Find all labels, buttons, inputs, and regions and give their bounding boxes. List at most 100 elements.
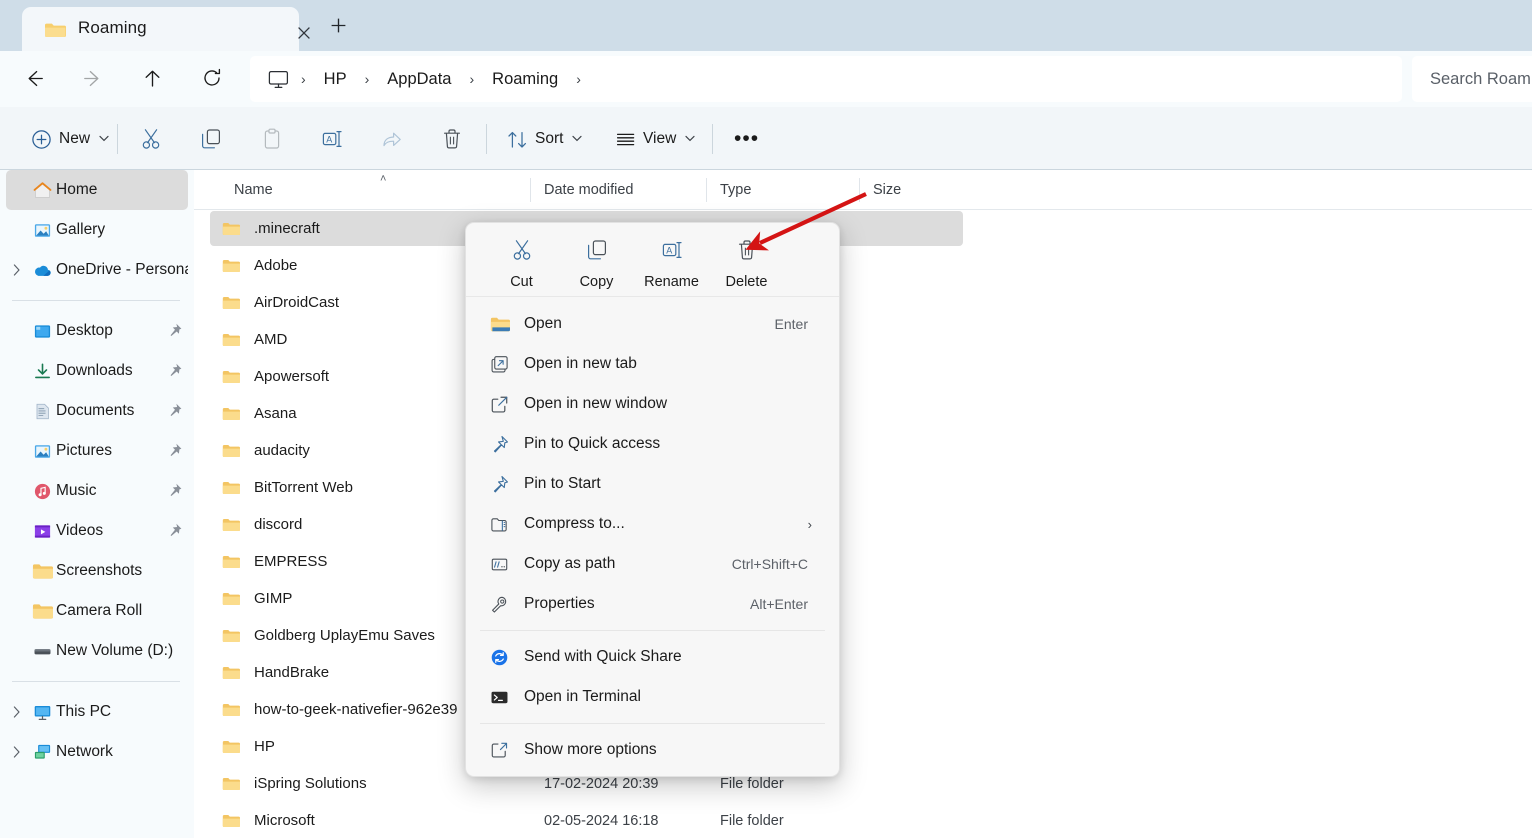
- context-menu-item-properties[interactable]: Properties Alt+Enter: [471, 584, 834, 624]
- cut-button[interactable]: Cut: [484, 235, 559, 290]
- chevron-right-icon[interactable]: [6, 692, 28, 732]
- paste-button[interactable]: [255, 121, 289, 157]
- this-pc-icon[interactable]: [268, 70, 289, 89]
- context-menu-item-open-in-new-tab[interactable]: Open in new tab: [471, 344, 834, 384]
- refresh-icon[interactable]: [194, 60, 230, 96]
- context-menu-item-copy-as-path[interactable]: Copy as path Ctrl+Shift+C: [471, 544, 834, 584]
- chevron-down-icon[interactable]: [99, 134, 109, 145]
- delete-button[interactable]: [435, 121, 469, 157]
- search-box[interactable]: Search Roam: [1412, 56, 1532, 102]
- chevron-down-icon[interactable]: [685, 134, 695, 145]
- new-button[interactable]: New: [25, 121, 115, 157]
- context-menu-item-show-more-options[interactable]: Show more options: [471, 730, 834, 770]
- context-menu-item-open[interactable]: Open Enter: [471, 304, 834, 344]
- context-menu-item-compress-to[interactable]: Compress to... ›: [471, 504, 834, 544]
- column-divider[interactable]: [859, 178, 860, 202]
- copy-label: Copy: [579, 274, 614, 290]
- table-row[interactable]: Apowersoft: [194, 358, 1532, 395]
- chevron-right-icon[interactable]: ›: [808, 517, 812, 532]
- pin-icon[interactable]: [168, 323, 182, 339]
- rename-button[interactable]: A: [315, 121, 349, 157]
- context-menu-item-send-with-quick-share[interactable]: Send with Quick Share: [471, 637, 834, 677]
- sidebar-item-network[interactable]: Network: [6, 732, 188, 772]
- sort-button[interactable]: Sort: [501, 121, 588, 157]
- table-row[interactable]: how-to-geek-nativefier-962e39: [194, 691, 1532, 728]
- sidebar-item-videos[interactable]: Videos: [6, 511, 188, 551]
- up-button[interactable]: [134, 60, 170, 96]
- pin-icon[interactable]: [168, 403, 182, 419]
- table-row[interactable]: Microsoft 02-05-2024 16:18 File folder: [194, 802, 1532, 838]
- column-divider[interactable]: [530, 178, 531, 202]
- pin-icon[interactable]: [168, 443, 182, 459]
- forward-button[interactable]: [75, 60, 111, 96]
- column-header-date-modified[interactable]: Date modified: [544, 170, 633, 210]
- cut-button[interactable]: [134, 121, 168, 157]
- table-row[interactable]: Asana: [194, 395, 1532, 432]
- sidebar-item-pictures[interactable]: Pictures: [6, 431, 188, 471]
- table-row[interactable]: discord: [194, 506, 1532, 543]
- column-header-type[interactable]: Type: [720, 170, 751, 210]
- rename-button[interactable]: A Rename: [634, 235, 709, 290]
- sidebar-item-desktop[interactable]: Desktop: [6, 311, 188, 351]
- table-row[interactable]: AMD: [194, 321, 1532, 358]
- pin-icon[interactable]: [168, 483, 182, 499]
- new-label: New: [59, 130, 91, 147]
- sidebar-item-downloads[interactable]: Downloads: [6, 351, 188, 391]
- copy-button[interactable]: [194, 121, 228, 157]
- copy-icon: [202, 129, 221, 149]
- navigation-pane[interactable]: Home Gallery OneDrive - Persona Desktop Down…: [0, 170, 194, 838]
- back-button[interactable]: [15, 60, 51, 96]
- sidebar-item-new-volume-d[interactable]: New Volume (D:): [6, 631, 188, 671]
- pin-icon[interactable]: [168, 523, 182, 539]
- chevron-down-icon[interactable]: [572, 134, 583, 145]
- new-tab-icon[interactable]: [322, 11, 354, 41]
- expander-placeholder: [6, 431, 28, 471]
- table-row[interactable]: audacity: [194, 432, 1532, 469]
- table-row[interactable]: iSpring Solutions 17-02-2024 20:39 File fo…: [194, 765, 1532, 802]
- chevron-right-icon[interactable]: [6, 732, 28, 772]
- table-row[interactable]: HP: [194, 728, 1532, 765]
- sidebar-item-onedrive-persona[interactable]: OneDrive - Persona: [6, 250, 188, 290]
- sidebar-item-camera-roll[interactable]: Camera Roll: [6, 591, 188, 631]
- table-row[interactable]: Goldberg UplayEmu Saves: [194, 617, 1532, 654]
- more-options-button[interactable]: •••: [728, 121, 765, 157]
- context-menu-item-open-in-new-window[interactable]: Open in new window: [471, 384, 834, 424]
- copy-button[interactable]: Copy: [559, 235, 634, 290]
- table-row[interactable]: Adobe: [194, 247, 1532, 284]
- table-row[interactable]: GIMP: [194, 580, 1532, 617]
- share-button[interactable]: [375, 121, 409, 157]
- context-menu-item-open-in-terminal[interactable]: Open in Terminal: [471, 677, 834, 717]
- sidebar-item-label: Desktop: [56, 322, 113, 339]
- sidebar-item-music[interactable]: Music: [6, 471, 188, 511]
- table-row[interactable]: .minecraft: [194, 210, 1532, 247]
- sidebar-item-gallery[interactable]: Gallery: [6, 210, 188, 250]
- context-menu-item-pin-to-start[interactable]: Pin to Start: [471, 464, 834, 504]
- file-name: Goldberg UplayEmu Saves: [254, 627, 435, 644]
- column-header-size[interactable]: Size: [873, 170, 901, 210]
- sidebar-item-screenshots[interactable]: Screenshots: [6, 551, 188, 591]
- table-row[interactable]: HandBrake: [194, 654, 1532, 691]
- view-button[interactable]: View: [609, 121, 701, 157]
- file-type: File folder: [720, 812, 784, 829]
- sidebar-item-documents[interactable]: Documents: [6, 391, 188, 431]
- column-header-name[interactable]: Name: [234, 170, 273, 210]
- delete-button[interactable]: Delete: [709, 235, 784, 290]
- column-divider[interactable]: [706, 178, 707, 202]
- chevron-right-icon[interactable]: [6, 250, 28, 290]
- close-icon[interactable]: [290, 21, 318, 45]
- breadcrumb-item-appdata[interactable]: AppData: [381, 66, 457, 93]
- table-row[interactable]: BitTorrent Web: [194, 469, 1532, 506]
- pin-icon[interactable]: [168, 363, 182, 379]
- context-menu-item-pin-to-quick-access[interactable]: Pin to Quick access: [471, 424, 834, 464]
- context-menu[interactable]: Cut Copy A Rename Delete Open Enter Open in ne…: [465, 222, 840, 777]
- sidebar-item-home[interactable]: Home: [6, 170, 188, 210]
- tab-roaming[interactable]: Roaming: [22, 7, 310, 51]
- folder-icon: [222, 739, 246, 755]
- table-row[interactable]: AirDroidCast: [194, 284, 1532, 321]
- table-row[interactable]: EMPRESS: [194, 543, 1532, 580]
- breadcrumb[interactable]: › HP › AppData › Roaming ›: [250, 56, 1402, 102]
- sidebar-item-this-pc[interactable]: This PC: [6, 692, 188, 732]
- search-input[interactable]: Search Roam: [1430, 70, 1531, 89]
- breadcrumb-item-hp[interactable]: HP: [318, 66, 353, 93]
- breadcrumb-item-roaming[interactable]: Roaming: [486, 66, 564, 93]
